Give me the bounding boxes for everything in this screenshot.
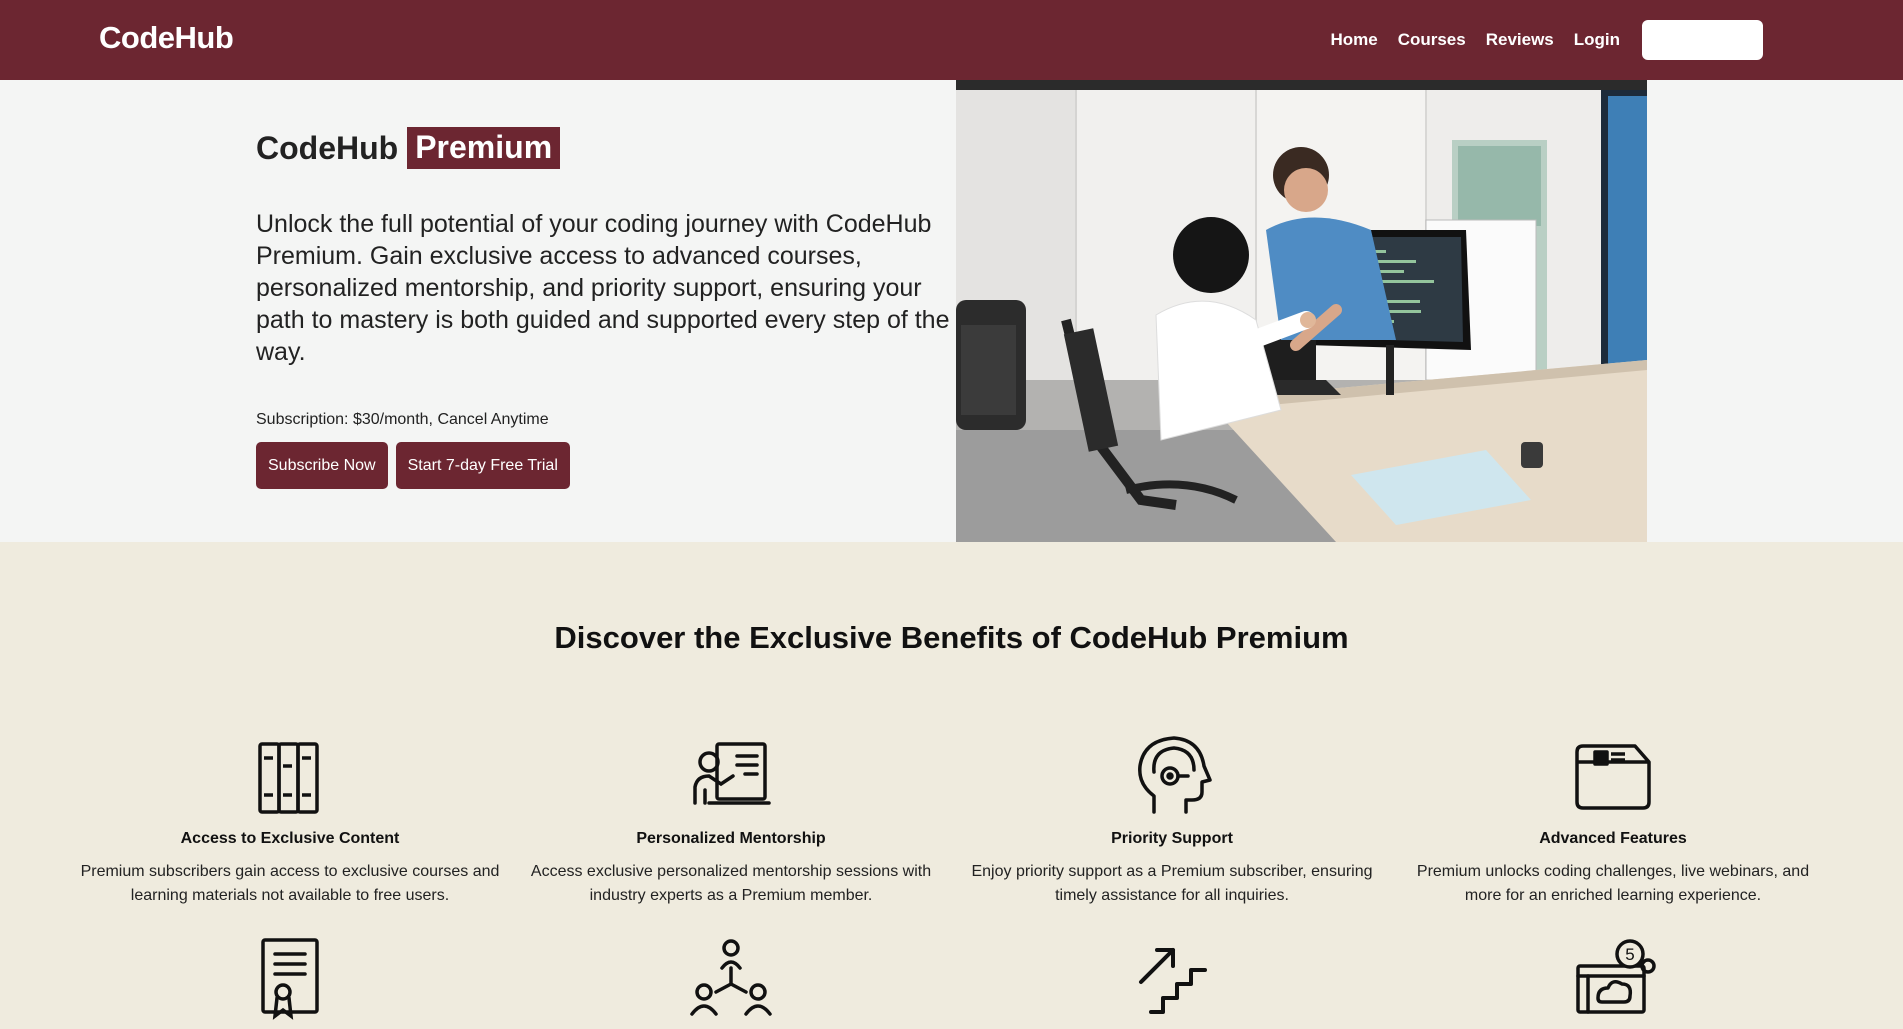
nav-reviews[interactable]: Reviews — [1486, 30, 1554, 50]
benefits-section: Discover the Exclusive Benefits of CodeH… — [0, 542, 1903, 1029]
feature-text: Access exclusive personalized mentorship… — [530, 863, 932, 904]
advanced-box-icon — [1571, 732, 1655, 816]
feature-title: Access to Exclusive Content — [180, 830, 400, 847]
books-icon — [248, 732, 332, 816]
feature-title: Advanced Features — [1539, 830, 1687, 847]
feature-text: Premium unlocks coding challenges, live … — [1416, 863, 1810, 904]
subscription-info: Subscription: $30/month, Cancel Anytime — [256, 411, 549, 428]
progress-stairs-icon — [1127, 936, 1217, 1020]
cloud-badge-icon: 5 — [1568, 936, 1658, 1020]
premium-badge: Premium — [407, 127, 561, 169]
feature-mentorship: Personalized Mentorship Access exclusive… — [521, 732, 941, 908]
certificate-icon — [245, 936, 335, 1020]
hero-photo — [956, 80, 1647, 542]
feature-title: Priority Support — [1111, 830, 1233, 847]
hero-title: CodeHub Premium — [256, 127, 561, 169]
navbar: CodeHub Home Courses Reviews Login Join … — [0, 0, 1903, 80]
hero-title-prefix: CodeHub — [256, 129, 399, 166]
hero-section: CodeHub Premium Unlock the full potentia… — [0, 80, 1903, 542]
subscribe-now-button[interactable]: Subscribe Now — [256, 442, 388, 489]
feature-text: Premium subscribers gain access to exclu… — [80, 863, 500, 904]
nav-courses[interactable]: Courses — [1398, 30, 1466, 50]
svg-text:5: 5 — [1625, 945, 1634, 964]
feature-priority-support: Priority Support Enjoy priority support … — [962, 732, 1382, 908]
support-headset-icon — [1130, 732, 1214, 816]
nav-links: Home Courses Reviews Login Join for Free — [1330, 20, 1763, 60]
feature-advanced: Advanced Features Premium unlocks coding… — [1403, 732, 1823, 908]
benefits-title: Discover the Exclusive Benefits of CodeH… — [554, 620, 1349, 655]
free-trial-button[interactable]: Start 7-day Free Trial — [395, 442, 570, 489]
hero-buttons: Subscribe Now Start 7-day Free Trial — [256, 442, 570, 489]
feature-exclusive-content: Access to Exclusive Content Premium subs… — [80, 732, 500, 908]
nav-home[interactable]: Home — [1330, 30, 1377, 50]
join-for-free-button[interactable]: Join for Free — [1642, 20, 1763, 60]
community-network-icon — [686, 936, 776, 1020]
mentor-board-icon — [689, 732, 773, 816]
nav-login[interactable]: Login — [1574, 30, 1620, 50]
feature-title: Personalized Mentorship — [636, 830, 826, 847]
hero-description: Unlock the full potential of your coding… — [256, 210, 950, 366]
brand-logo[interactable]: CodeHub — [99, 20, 234, 56]
feature-text: Enjoy priority support as a Premium subs… — [971, 863, 1373, 904]
